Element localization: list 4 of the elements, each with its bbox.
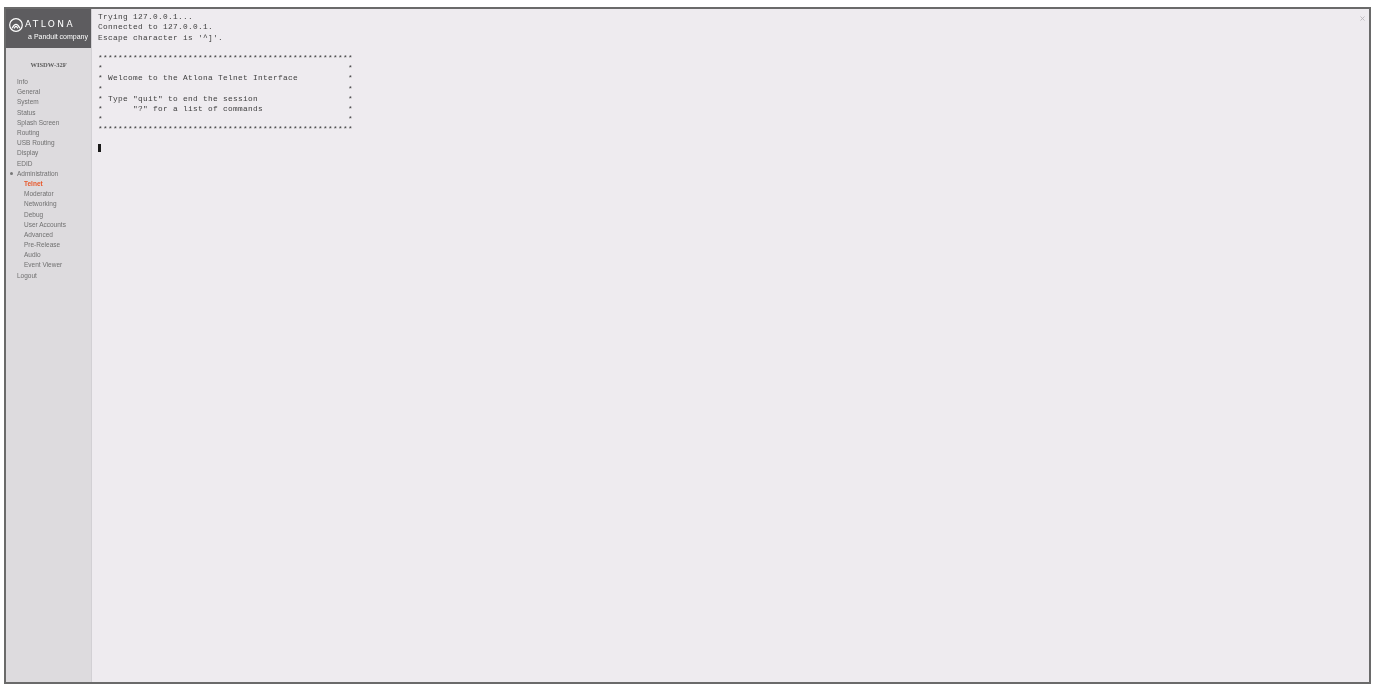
cursor-icon: [98, 143, 101, 152]
logo-wordmark: ATLONA: [25, 19, 76, 30]
logo-icon: [9, 17, 23, 32]
close-icon: [1360, 16, 1365, 21]
